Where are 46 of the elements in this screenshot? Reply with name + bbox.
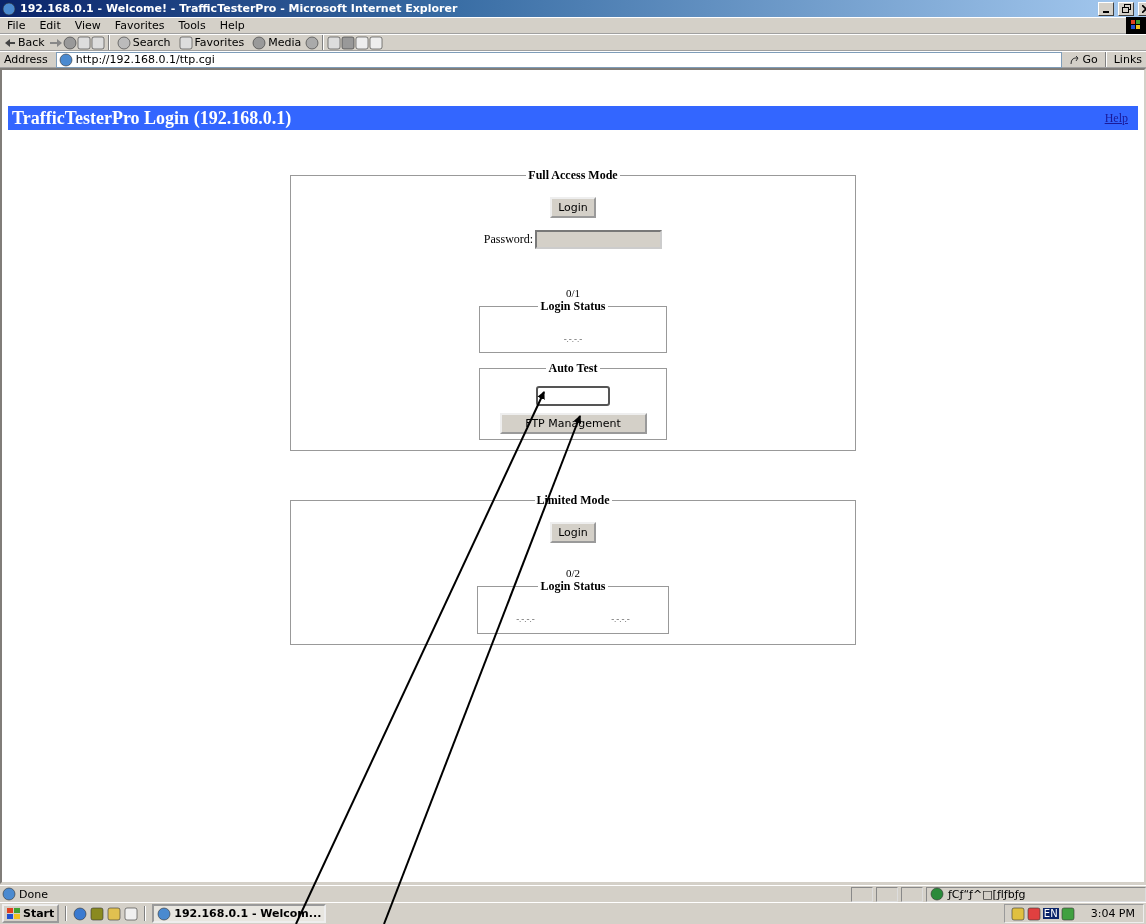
panel-title: Full Access Mode [527, 168, 619, 183]
minimize-button[interactable] [1098, 1, 1114, 16]
windows-logo-icon [7, 907, 21, 920]
status-pane [876, 886, 898, 902]
go-button[interactable]: Go [1066, 53, 1102, 66]
address-label: Address [3, 53, 49, 66]
window-title: 192.168.0.1 - Welcome! - TrafficTesterPro - Microsoft Internet Explorer [20, 2, 459, 15]
panel-title: Login Status [539, 579, 607, 594]
back-button[interactable]: Back [0, 36, 49, 49]
menu-item[interactable]: Help [212, 19, 252, 32]
zone-text: ƒCƒ“ƒ^□[ƒlƒbƒg [948, 887, 1026, 901]
restore-button[interactable] [1118, 1, 1134, 16]
menu-item[interactable]: File [0, 19, 33, 32]
start-button[interactable]: Start [2, 904, 60, 923]
forward-arrow-icon[interactable] [48, 37, 63, 48]
url-text: http://192.168.0.1/ttp.cgi [75, 53, 215, 66]
menu-item[interactable]: Edit [32, 19, 68, 32]
menu-item[interactable]: Tools [171, 19, 213, 32]
windows-logo-icon [1126, 17, 1146, 34]
menu-item[interactable]: Favorites [107, 19, 172, 32]
session-counter: 0/2 [565, 567, 581, 579]
back-arrow-icon [4, 37, 16, 48]
status-text: -.-.-.- [611, 614, 630, 624]
status-text: Done [19, 887, 49, 901]
address-field[interactable]: http://192.168.0.1/ttp.cgi [55, 51, 1063, 68]
links-button[interactable]: Links [1109, 53, 1146, 66]
password-label: Password: [483, 232, 534, 247]
menu-item[interactable]: View [67, 19, 108, 32]
media-button[interactable]: Media [248, 35, 306, 50]
status-pane [901, 886, 923, 902]
minimize-icon [1103, 10, 1109, 13]
clock-text: 3:04 PM [1090, 907, 1135, 920]
language-indicator[interactable]: EN [1042, 908, 1059, 919]
panel-title: Auto Test [547, 361, 599, 376]
status-text: -.-.-.- [563, 334, 583, 344]
login-button[interactable]: Login [550, 197, 596, 218]
login-button[interactable]: Login [550, 522, 596, 543]
go-arrow-icon [1070, 54, 1081, 65]
search-button[interactable]: Search [112, 35, 175, 50]
page-title: TrafficTesterPro Login (192.168.0.1) [12, 107, 292, 129]
panel-title: Login Status [539, 299, 607, 314]
session-counter: 0/1 [565, 287, 581, 299]
status-pane [851, 886, 873, 902]
favorites-button[interactable]: Favorites [174, 35, 249, 50]
status-text: -.-.-.- [516, 614, 535, 624]
auto-test-field[interactable] [536, 386, 610, 406]
